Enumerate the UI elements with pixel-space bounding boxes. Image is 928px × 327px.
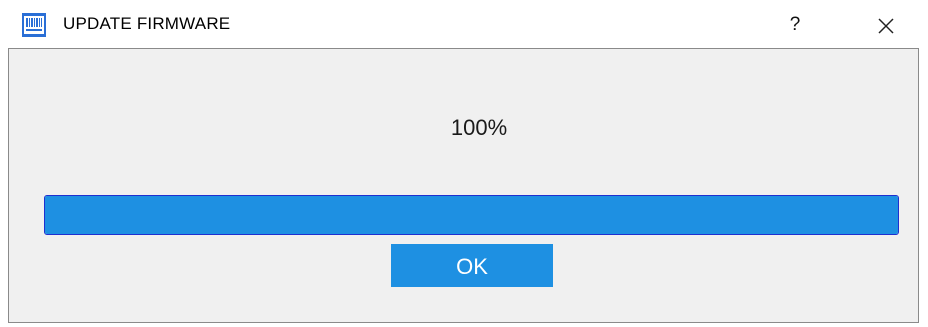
help-button[interactable]: ?: [780, 10, 810, 40]
progress-bar: [44, 195, 899, 235]
progress-bar-fill: [45, 196, 898, 234]
window-title: UPDATE FIRMWARE: [63, 14, 231, 33]
close-icon[interactable]: [870, 10, 902, 42]
ok-button[interactable]: OK: [391, 244, 553, 287]
barcode-icon: [22, 13, 46, 37]
update-firmware-dialog: UPDATE FIRMWARE ? 100% OK: [0, 0, 928, 327]
dialog-body: 100% OK: [8, 48, 919, 323]
title-bar: UPDATE FIRMWARE ?: [0, 0, 928, 48]
progress-percent-label: 100%: [450, 115, 508, 140]
